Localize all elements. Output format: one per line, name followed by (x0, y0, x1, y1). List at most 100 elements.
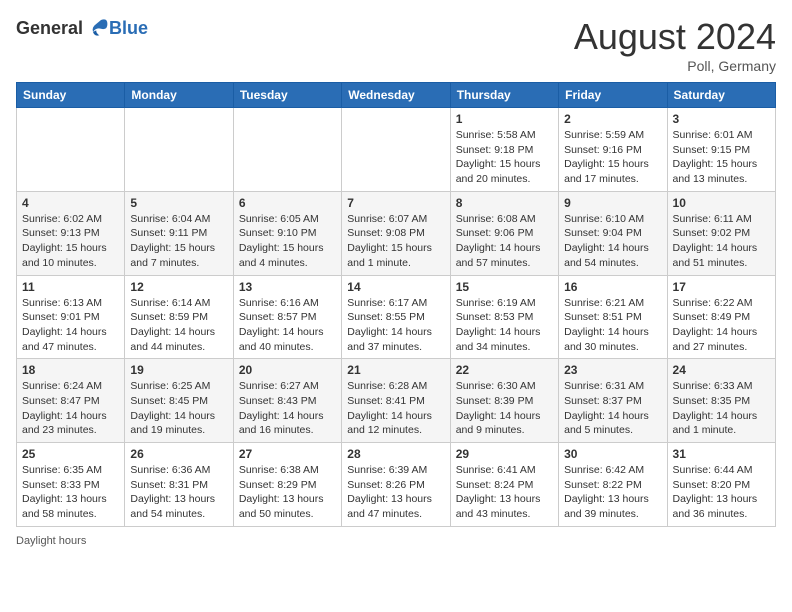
calendar-cell: 29Sunrise: 6:41 AM Sunset: 8:24 PM Dayli… (450, 443, 558, 527)
calendar-week-row: 11Sunrise: 6:13 AM Sunset: 9:01 PM Dayli… (17, 275, 776, 359)
day-info: Sunrise: 6:08 AM Sunset: 9:06 PM Dayligh… (456, 212, 553, 271)
calendar-cell: 23 Sunrise: 6:31 AM Sunset: 8:37 PM Dayli… (559, 359, 667, 443)
calendar-cell: 16 Sunrise: 6:21 AM Sunset: 8:51 PM Dayli… (559, 275, 667, 359)
calendar-cell: 27Sunrise: 6:38 AM Sunset: 8:29 PM Dayli… (233, 443, 341, 527)
day-number: 20 (239, 363, 336, 377)
day-info: Sunrise: 6:21 AM Sunset: 8:51 PM Dayligh… (564, 296, 661, 355)
calendar-table: SundayMondayTuesdayWednesdayThursdayFrid… (16, 82, 776, 527)
title-block: August 2024 Poll, Germany (574, 16, 776, 74)
calendar-footer: Daylight hours (16, 535, 776, 547)
day-number: 2 (564, 112, 661, 126)
day-info: Sunrise: 6:04 AM Sunset: 9:11 PM Dayligh… (130, 212, 227, 271)
logo: General Blue (16, 16, 148, 40)
day-of-week-header: Monday (125, 83, 233, 108)
calendar-cell: 22Sunrise: 6:30 AM Sunset: 8:39 PM Dayli… (450, 359, 558, 443)
day-number: 25 (22, 447, 119, 461)
day-info: Sunrise: 5:59 AM Sunset: 9:16 PM Dayligh… (564, 128, 661, 187)
calendar-cell: 30Sunrise: 6:42 AM Sunset: 8:22 PM Dayli… (559, 443, 667, 527)
day-info: Sunrise: 6:38 AM Sunset: 8:29 PM Dayligh… (239, 463, 336, 522)
day-info: Sunrise: 6:25 AM Sunset: 8:45 PM Dayligh… (130, 379, 227, 438)
calendar-cell: 25 Sunrise: 6:35 AM Sunset: 8:33 PM Dayli… (17, 443, 125, 527)
calendar-cell: 20 Sunrise: 6:27 AM Sunset: 8:43 PM Dayli… (233, 359, 341, 443)
calendar-cell: 21 Sunrise: 6:28 AM Sunset: 8:41 PM Dayli… (342, 359, 450, 443)
calendar-cell: 8 Sunrise: 6:08 AM Sunset: 9:06 PM Daylig… (450, 191, 558, 275)
day-info: Sunrise: 6:42 AM Sunset: 8:22 PM Dayligh… (564, 463, 661, 522)
day-info: Sunrise: 6:07 AM Sunset: 9:08 PM Dayligh… (347, 212, 444, 271)
calendar-cell: 6 Sunrise: 6:05 AM Sunset: 9:10 PM Daylig… (233, 191, 341, 275)
calendar-cell: 19 Sunrise: 6:25 AM Sunset: 8:45 PM Dayli… (125, 359, 233, 443)
day-info: Sunrise: 6:30 AM Sunset: 8:39 PM Dayligh… (456, 379, 553, 438)
calendar-cell: 7 Sunrise: 6:07 AM Sunset: 9:08 PM Daylig… (342, 191, 450, 275)
calendar-cell: 26 Sunrise: 6:36 AM Sunset: 8:31 PM Dayli… (125, 443, 233, 527)
day-number: 28 (347, 447, 444, 461)
day-of-week-header: Tuesday (233, 83, 341, 108)
day-number: 4 (22, 196, 119, 210)
day-number: 26 (130, 447, 227, 461)
calendar-cell (342, 108, 450, 192)
calendar-cell: 15Sunrise: 6:19 AM Sunset: 8:53 PM Dayli… (450, 275, 558, 359)
day-info: Sunrise: 6:39 AM Sunset: 8:26 PM Dayligh… (347, 463, 444, 522)
calendar-cell: 1Sunrise: 5:58 AM Sunset: 9:18 PM Daylig… (450, 108, 558, 192)
month-year-title: August 2024 (574, 16, 776, 58)
calendar-cell: 5 Sunrise: 6:04 AM Sunset: 9:11 PM Daylig… (125, 191, 233, 275)
calendar-cell: 4Sunrise: 6:02 AM Sunset: 9:13 PM Daylig… (17, 191, 125, 275)
day-number: 21 (347, 363, 444, 377)
calendar-cell: 24 Sunrise: 6:33 AM Sunset: 8:35 PM Dayli… (667, 359, 775, 443)
day-number: 1 (456, 112, 553, 126)
day-of-week-header: Saturday (667, 83, 775, 108)
day-number: 31 (673, 447, 770, 461)
calendar-week-row: 25 Sunrise: 6:35 AM Sunset: 8:33 PM Dayli… (17, 443, 776, 527)
day-number: 5 (130, 196, 227, 210)
day-number: 14 (347, 280, 444, 294)
day-number: 16 (564, 280, 661, 294)
calendar-cell: 9 Sunrise: 6:10 AM Sunset: 9:04 PM Daylig… (559, 191, 667, 275)
day-info: Sunrise: 6:41 AM Sunset: 8:24 PM Dayligh… (456, 463, 553, 522)
day-number: 3 (673, 112, 770, 126)
day-of-week-header: Sunday (17, 83, 125, 108)
calendar-cell: 18 Sunrise: 6:24 AM Sunset: 8:47 PM Dayli… (17, 359, 125, 443)
day-info: Sunrise: 6:10 AM Sunset: 9:04 PM Dayligh… (564, 212, 661, 271)
calendar-cell (233, 108, 341, 192)
day-number: 8 (456, 196, 553, 210)
page-header: General Blue August 2024 Poll, Germany (16, 16, 776, 74)
day-number: 7 (347, 196, 444, 210)
day-number: 12 (130, 280, 227, 294)
day-info: Sunrise: 6:28 AM Sunset: 8:41 PM Dayligh… (347, 379, 444, 438)
day-number: 10 (673, 196, 770, 210)
calendar-cell: 11Sunrise: 6:13 AM Sunset: 9:01 PM Dayli… (17, 275, 125, 359)
day-info: Sunrise: 6:14 AM Sunset: 8:59 PM Dayligh… (130, 296, 227, 355)
calendar-cell: 12 Sunrise: 6:14 AM Sunset: 8:59 PM Dayli… (125, 275, 233, 359)
day-info: Sunrise: 6:27 AM Sunset: 8:43 PM Dayligh… (239, 379, 336, 438)
calendar-week-row: 18 Sunrise: 6:24 AM Sunset: 8:47 PM Dayli… (17, 359, 776, 443)
calendar-cell: 31Sunrise: 6:44 AM Sunset: 8:20 PM Dayli… (667, 443, 775, 527)
day-info: Sunrise: 6:17 AM Sunset: 8:55 PM Dayligh… (347, 296, 444, 355)
day-number: 6 (239, 196, 336, 210)
day-info: Sunrise: 6:35 AM Sunset: 8:33 PM Dayligh… (22, 463, 119, 522)
calendar-cell: 13Sunrise: 6:16 AM Sunset: 8:57 PM Dayli… (233, 275, 341, 359)
day-info: Sunrise: 6:33 AM Sunset: 8:35 PM Dayligh… (673, 379, 770, 438)
day-info: Sunrise: 6:05 AM Sunset: 9:10 PM Dayligh… (239, 212, 336, 271)
logo-bird-icon (85, 16, 109, 40)
calendar-cell: 28 Sunrise: 6:39 AM Sunset: 8:26 PM Dayli… (342, 443, 450, 527)
day-info: Sunrise: 6:22 AM Sunset: 8:49 PM Dayligh… (673, 296, 770, 355)
day-of-week-header: Wednesday (342, 83, 450, 108)
calendar-cell (17, 108, 125, 192)
day-number: 24 (673, 363, 770, 377)
day-info: Sunrise: 6:24 AM Sunset: 8:47 PM Dayligh… (22, 379, 119, 438)
calendar-cell (125, 108, 233, 192)
logo-general-text: General (16, 18, 83, 39)
day-info: Sunrise: 6:31 AM Sunset: 8:37 PM Dayligh… (564, 379, 661, 438)
day-number: 23 (564, 363, 661, 377)
day-number: 9 (564, 196, 661, 210)
calendar-week-row: 1Sunrise: 5:58 AM Sunset: 9:18 PM Daylig… (17, 108, 776, 192)
day-info: Sunrise: 6:11 AM Sunset: 9:02 PM Dayligh… (673, 212, 770, 271)
day-info: Sunrise: 6:19 AM Sunset: 8:53 PM Dayligh… (456, 296, 553, 355)
day-info: Sunrise: 6:36 AM Sunset: 8:31 PM Dayligh… (130, 463, 227, 522)
day-number: 19 (130, 363, 227, 377)
calendar-cell: 10 Sunrise: 6:11 AM Sunset: 9:02 PM Dayli… (667, 191, 775, 275)
calendar-cell: 2 Sunrise: 5:59 AM Sunset: 9:16 PM Daylig… (559, 108, 667, 192)
day-of-week-header: Friday (559, 83, 667, 108)
location-subtitle: Poll, Germany (574, 58, 776, 74)
day-number: 18 (22, 363, 119, 377)
day-number: 13 (239, 280, 336, 294)
